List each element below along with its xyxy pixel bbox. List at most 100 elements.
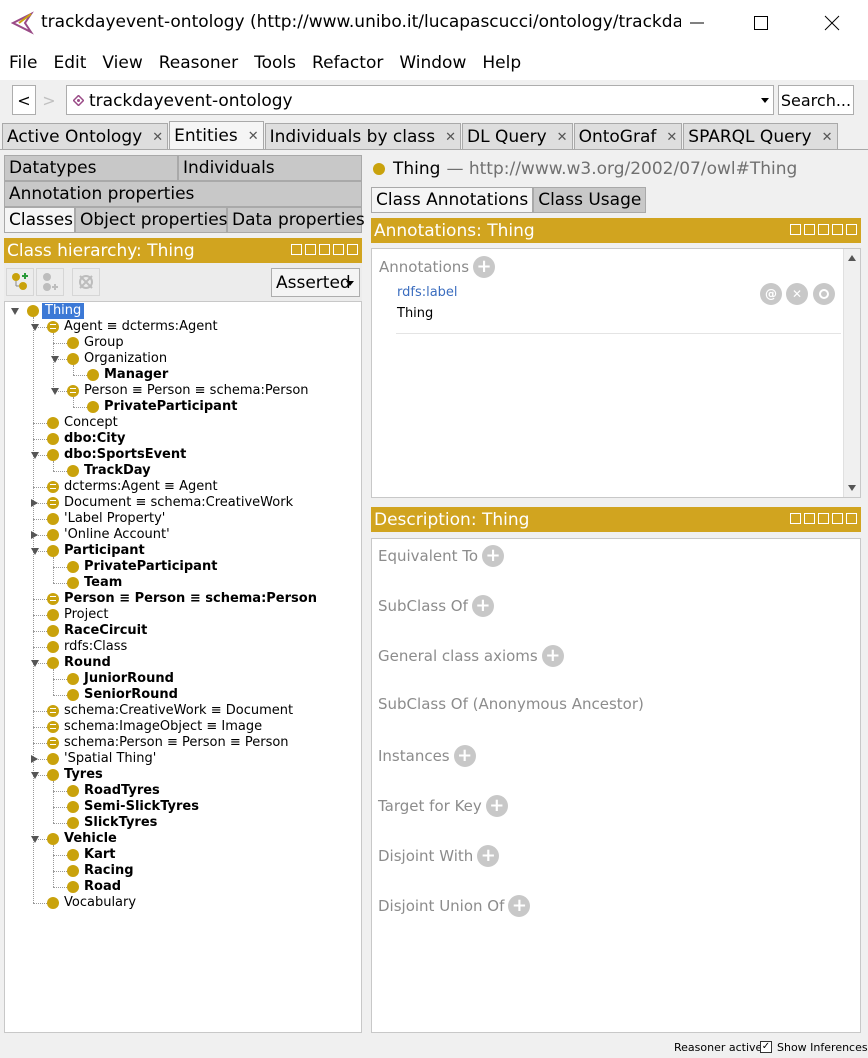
tab-annotation-properties[interactable]: Annotation properties: [4, 181, 362, 207]
class-icon: [67, 817, 79, 829]
class-icon: [67, 881, 79, 893]
tab-classes[interactable]: Classes: [4, 207, 75, 233]
delete-class-icon: [79, 275, 93, 289]
expanded-toggle-icon[interactable]: [31, 836, 39, 843]
back-button[interactable]: <: [12, 85, 36, 115]
menu-window[interactable]: Window: [399, 53, 466, 73]
tab-object-properties[interactable]: Object properties: [75, 207, 228, 233]
menu-help[interactable]: Help: [482, 53, 521, 73]
search-button[interactable]: Search...: [778, 85, 854, 115]
hierarchy-mode-select[interactable]: Asserted: [271, 268, 360, 297]
collapsed-toggle-icon[interactable]: [31, 755, 38, 763]
expanded-toggle-icon[interactable]: [31, 452, 39, 459]
maximize-view-icon[interactable]: [333, 244, 344, 255]
tree-guide: [53, 461, 54, 471]
scroll-down-icon[interactable]: [848, 485, 856, 491]
tree-connector: [53, 471, 67, 472]
tree-node-label: Racing: [84, 863, 134, 878]
pin-icon[interactable]: [804, 513, 815, 524]
tab-class-usage[interactable]: Class Usage: [533, 187, 647, 213]
add-disjoint-union-button[interactable]: +: [508, 895, 531, 917]
class-hierarchy-tree[interactable]: Thing Agent ≡ dcterms:Agent Group Organizat…: [4, 301, 362, 1033]
close-tab-icon[interactable]: ✕: [248, 129, 259, 144]
add-equivalent-button[interactable]: +: [482, 545, 505, 567]
close-tab-icon[interactable]: ✕: [822, 130, 833, 145]
add-annotation-button[interactable]: +: [473, 256, 496, 278]
menu-tools[interactable]: Tools: [254, 53, 296, 73]
menu-edit[interactable]: Edit: [53, 53, 86, 73]
tree-node-label: schema:Person ≡ Person ≡ Person: [64, 735, 289, 750]
maximize-view-icon[interactable]: [832, 513, 843, 524]
add-subclass-button[interactable]: [6, 268, 34, 296]
tab-sparql-query[interactable]: SPARQL Query ✕: [683, 123, 838, 150]
annotation-property[interactable]: rdfs:label: [397, 285, 458, 300]
close-tab-icon[interactable]: ✕: [445, 130, 456, 145]
tab-data-properties[interactable]: Data properties: [227, 207, 365, 233]
delete-annotation-button[interactable]: ✕: [786, 283, 808, 305]
expanded-toggle-icon[interactable]: [51, 388, 59, 395]
tab-label: OntoGraf: [578, 127, 657, 147]
add-instance-button[interactable]: +: [453, 745, 476, 767]
close-tab-icon[interactable]: ✕: [152, 130, 163, 145]
delete-class-button[interactable]: [72, 268, 100, 296]
close-view-icon[interactable]: [347, 244, 358, 255]
maximize-button[interactable]: [741, 8, 781, 38]
tree-guide: [53, 845, 54, 887]
help-icon[interactable]: [291, 244, 302, 255]
forward-button[interactable]: >: [38, 85, 60, 115]
expanded-toggle-icon[interactable]: [31, 660, 39, 667]
tree-connector: [53, 791, 67, 792]
add-superclass-button[interactable]: +: [471, 595, 494, 617]
tree-node-label: Project: [64, 607, 109, 622]
minimize-view-icon[interactable]: [319, 244, 330, 255]
tab-individuals[interactable]: Individuals: [178, 155, 362, 181]
minimize-button[interactable]: [677, 8, 717, 38]
expanded-toggle-icon[interactable]: [31, 324, 39, 331]
status-bar: Reasoner active ✓ Show Inferences: [0, 1036, 868, 1058]
tree-node-label: JuniorRound: [84, 671, 174, 686]
class-icon: [47, 769, 59, 781]
close-view-icon[interactable]: [846, 513, 857, 524]
expanded-toggle-icon[interactable]: [31, 772, 39, 779]
tab-class-annotations[interactable]: Class Annotations: [371, 187, 534, 213]
tab-dl-query[interactable]: DL Query ✕: [462, 123, 573, 150]
close-window-button[interactable]: [812, 8, 852, 38]
pin-icon[interactable]: [804, 224, 815, 235]
add-general-axiom-button[interactable]: +: [541, 645, 564, 667]
edit-annotation-button[interactable]: [813, 283, 835, 305]
pin-icon[interactable]: [305, 244, 316, 255]
help-icon[interactable]: [790, 224, 801, 235]
tab-entities[interactable]: Entities ✕: [169, 121, 264, 150]
active-ontology-selector[interactable]: trackdayevent-ontology: [66, 85, 774, 115]
annotations-panel: Annotations + rdfs:label Thing @ ✕: [371, 248, 861, 498]
collapsed-toggle-icon[interactable]: [31, 499, 38, 507]
menu-view[interactable]: View: [102, 53, 142, 73]
menu-refactor[interactable]: Refactor: [312, 53, 383, 73]
add-key-button[interactable]: +: [485, 795, 508, 817]
close-view-icon[interactable]: [846, 224, 857, 235]
class-icon: [67, 849, 79, 861]
show-inferences-checkbox[interactable]: ✓: [760, 1041, 772, 1053]
scroll-up-icon[interactable]: [848, 255, 856, 261]
close-tab-icon[interactable]: ✕: [666, 130, 677, 145]
expanded-toggle-icon[interactable]: [51, 356, 59, 363]
minimize-view-icon[interactable]: [818, 224, 829, 235]
menu-file[interactable]: File: [9, 53, 37, 73]
expanded-toggle-icon[interactable]: [31, 548, 39, 555]
add-sibling-button[interactable]: [36, 268, 64, 296]
annotation-language-button[interactable]: @: [760, 283, 782, 305]
add-disjoint-button[interactable]: +: [477, 845, 500, 867]
tab-ontograf[interactable]: OntoGraf ✕: [573, 123, 683, 150]
collapsed-toggle-icon[interactable]: [31, 531, 38, 539]
menu-reasoner[interactable]: Reasoner: [159, 53, 238, 73]
expanded-toggle-icon[interactable]: [11, 308, 19, 315]
maximize-view-icon[interactable]: [832, 224, 843, 235]
class-hierarchy-toolbar: Asserted: [4, 263, 362, 301]
minimize-view-icon[interactable]: [818, 513, 829, 524]
tab-individuals-by-class[interactable]: Individuals by class ✕: [264, 123, 462, 150]
close-tab-icon[interactable]: ✕: [557, 130, 568, 145]
tab-active-ontology[interactable]: Active Ontology ✕: [2, 123, 169, 150]
help-icon[interactable]: [790, 513, 801, 524]
tab-datatypes[interactable]: Datatypes: [4, 155, 178, 181]
annotations-scrollbar[interactable]: [843, 249, 860, 497]
